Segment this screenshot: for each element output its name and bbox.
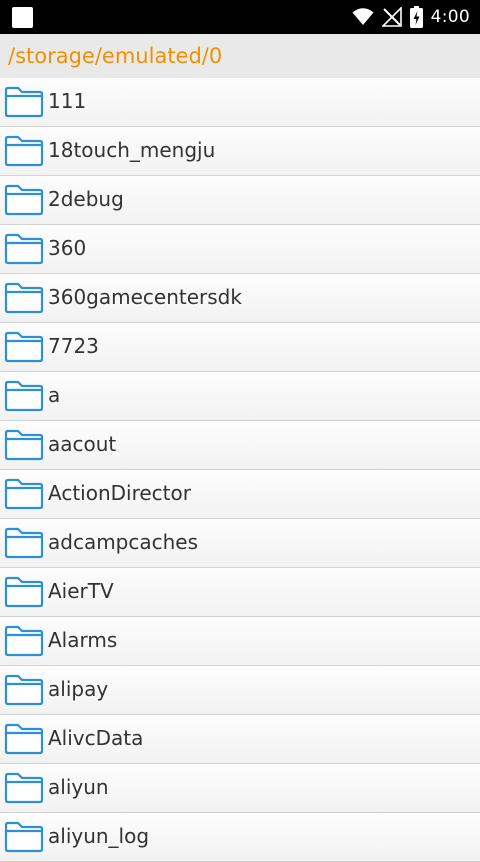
folder-icon	[4, 282, 44, 314]
list-item[interactable]: 360	[0, 225, 480, 274]
folder-icon	[4, 772, 44, 804]
status-time: 4:00	[430, 7, 470, 27]
folder-icon	[4, 331, 44, 363]
list-item[interactable]: alipay	[0, 666, 480, 715]
list-item[interactable]: 111	[0, 78, 480, 127]
folder-name: Alarms	[48, 628, 118, 652]
list-item[interactable]: adcampcaches	[0, 519, 480, 568]
folder-name: aliyun	[48, 775, 109, 799]
path-bar: /storage/emulated/0	[0, 34, 480, 78]
folder-name: 360	[48, 236, 87, 260]
folder-icon	[4, 135, 44, 167]
folder-icon	[4, 625, 44, 657]
folder-name: 7723	[48, 334, 99, 358]
folder-name: 18touch_mengju	[48, 138, 216, 162]
no-signal-icon	[381, 7, 402, 27]
list-item[interactable]: a	[0, 372, 480, 421]
wifi-icon	[352, 8, 374, 25]
list-item[interactable]: ActionDirector	[0, 470, 480, 519]
list-item[interactable]: Alarms	[0, 617, 480, 666]
list-item[interactable]: 7723	[0, 323, 480, 372]
list-item[interactable]: AierTV	[0, 568, 480, 617]
folder-name: alipay	[48, 677, 109, 701]
folder-name: aliyun_log	[48, 824, 150, 848]
file-list[interactable]: 111 18touch_mengju 2debug 360 360gamecenters…	[0, 78, 480, 862]
list-item[interactable]: 360gamecentersdk	[0, 274, 480, 323]
list-item[interactable]: aliyun	[0, 764, 480, 813]
folder-name: aacout	[48, 432, 117, 456]
folder-icon	[4, 576, 44, 608]
list-item[interactable]: AlivcData	[0, 715, 480, 764]
battery-charging-icon	[409, 6, 423, 28]
folder-icon	[4, 86, 44, 118]
folder-icon	[4, 478, 44, 510]
folder-name: adcampcaches	[48, 530, 199, 554]
status-icons: 4:00	[352, 0, 470, 34]
folder-name: 2debug	[48, 187, 124, 211]
notification-icon	[12, 7, 33, 28]
folder-name: AierTV	[48, 579, 114, 603]
folder-icon	[4, 184, 44, 216]
folder-name: a	[48, 383, 61, 407]
list-item[interactable]: 2debug	[0, 176, 480, 225]
folder-name: 111	[48, 89, 87, 113]
folder-icon	[4, 723, 44, 755]
folder-name: ActionDirector	[48, 481, 191, 505]
list-item[interactable]: aacout	[0, 421, 480, 470]
list-item[interactable]: 18touch_mengju	[0, 127, 480, 176]
folder-icon	[4, 233, 44, 265]
status-bar: 4:00	[0, 0, 480, 34]
folder-name: 360gamecentersdk	[48, 285, 242, 309]
folder-icon	[4, 429, 44, 461]
list-item[interactable]: aliyun_log	[0, 813, 480, 862]
folder-icon	[4, 821, 44, 853]
current-path: /storage/emulated/0	[8, 44, 223, 68]
folder-icon	[4, 527, 44, 559]
folder-icon	[4, 674, 44, 706]
folder-icon	[4, 380, 44, 412]
folder-name: AlivcData	[48, 726, 144, 750]
